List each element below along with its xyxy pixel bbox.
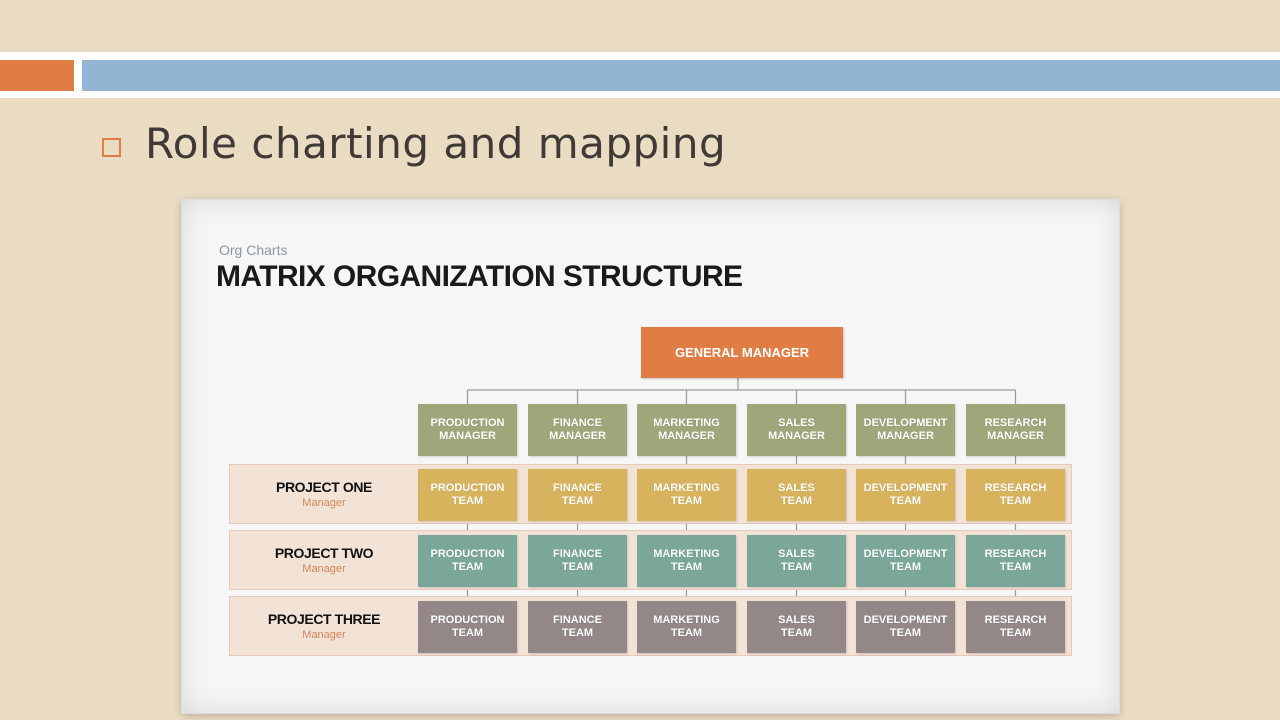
- team-node: FINANCE TEAM: [528, 535, 627, 587]
- manager-node: FINANCE MANAGER: [528, 404, 627, 456]
- team-node: DEVELOPMENT TEAM: [856, 601, 955, 653]
- team-node: PRODUCTION TEAM: [418, 601, 517, 653]
- team-node: RESEARCH TEAM: [966, 601, 1065, 653]
- project-role: Manager: [302, 629, 346, 641]
- team-node: MARKETING TEAM: [637, 535, 736, 587]
- team-node: PRODUCTION TEAM: [418, 535, 517, 587]
- org-chart-image: Org Charts MATRIX ORGANIZATION STRUCTURE…: [182, 200, 1119, 713]
- header-accent-blue: [82, 60, 1280, 91]
- manager-node: DEVELOPMENT MANAGER: [856, 404, 955, 456]
- team-node: DEVELOPMENT TEAM: [856, 535, 955, 587]
- project-name: PROJECT TWO: [274, 545, 374, 561]
- manager-node: SALES MANAGER: [747, 404, 846, 456]
- project-row-label: PROJECT ONE Manager: [229, 479, 419, 509]
- team-node: RESEARCH TEAM: [966, 535, 1065, 587]
- header-accent-orange: [0, 60, 74, 91]
- team-node: FINANCE TEAM: [528, 469, 627, 521]
- general-manager-node: GENERAL MANAGER: [641, 327, 843, 378]
- square-bullet-icon: [102, 138, 121, 157]
- team-node: RESEARCH TEAM: [966, 469, 1065, 521]
- team-node: SALES TEAM: [747, 601, 846, 653]
- manager-node: RESEARCH MANAGER: [966, 404, 1065, 456]
- manager-node: PRODUCTION MANAGER: [418, 404, 517, 456]
- manager-node: MARKETING MANAGER: [637, 404, 736, 456]
- team-node: SALES TEAM: [747, 469, 846, 521]
- project-name: PROJECT ONE: [276, 479, 372, 495]
- team-node: DEVELOPMENT TEAM: [856, 469, 955, 521]
- team-node: SALES TEAM: [747, 535, 846, 587]
- team-node: FINANCE TEAM: [528, 601, 627, 653]
- project-row-label: PROJECT THREE Manager: [229, 611, 419, 641]
- project-role: Manager: [302, 563, 346, 575]
- team-node: PRODUCTION TEAM: [418, 469, 517, 521]
- slide-top-band: [0, 0, 1280, 52]
- project-name: PROJECT THREE: [267, 611, 381, 627]
- team-node: MARKETING TEAM: [637, 469, 736, 521]
- team-node: MARKETING TEAM: [637, 601, 736, 653]
- slide-title: Role charting and mapping: [145, 119, 727, 168]
- project-role: Manager: [302, 497, 346, 509]
- project-row-label: PROJECT TWO Manager: [229, 545, 419, 575]
